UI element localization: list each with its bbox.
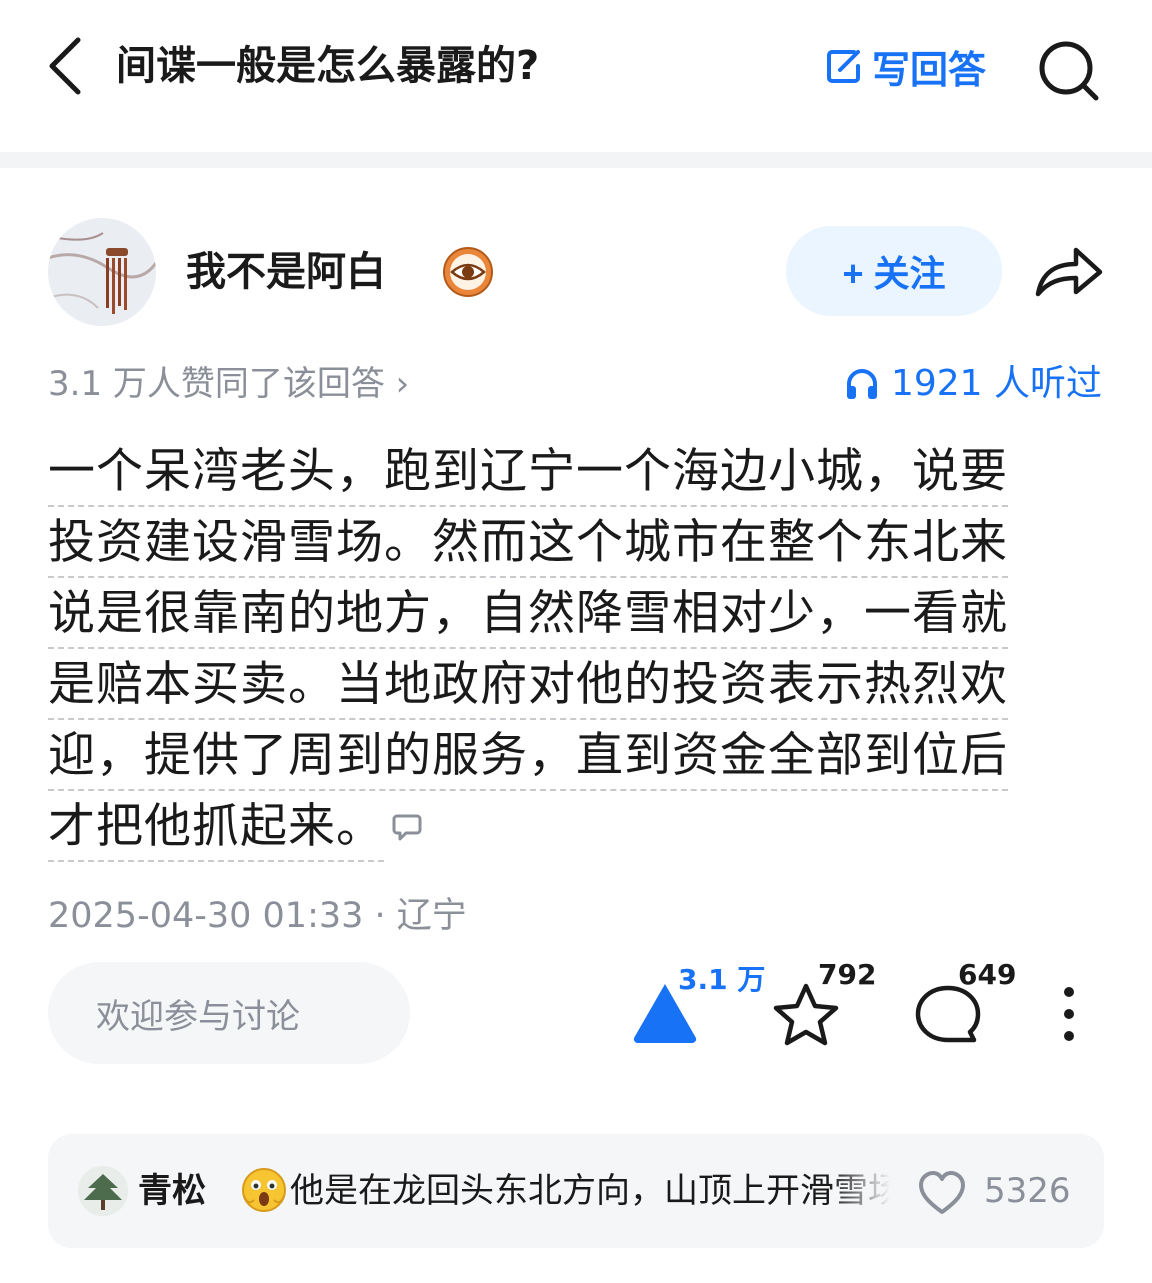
comment-icon[interactable] (914, 982, 982, 1048)
listen-count[interactable]: 1921 人听过 (845, 360, 1102, 408)
inline-comment-icon[interactable] (392, 791, 422, 862)
write-answer-button[interactable]: 写回答 (824, 40, 986, 92)
edit-icon (827, 50, 860, 83)
section-divider (0, 152, 1152, 168)
answer-body[interactable]: 一个呆湾老头，跑到辽宁一个海边小城，说要 投资建设滑雪场。然而这个城市在整个东北… (48, 436, 1088, 862)
approve-count-link[interactable]: 3.1 万人赞同了该回答 › (48, 360, 409, 408)
answer-line: 说是很靠南的地方，自然降雪相对少，一看就 (48, 578, 1008, 649)
comment-text: 他是在龙回头东北方向，山顶上开滑雪场 (290, 1171, 890, 1211)
comment-like-count: 5326 (984, 1171, 1071, 1211)
write-answer-label: 写回答 (872, 47, 987, 92)
listen-count-label: 1921 人听过 (890, 363, 1102, 404)
favorite-count: 792 (818, 958, 877, 991)
back-icon[interactable] (44, 36, 88, 96)
favorite-star-icon[interactable] (772, 982, 840, 1048)
answer-line: 投资建设滑雪场。然而这个城市在整个东北来 (48, 507, 1008, 578)
comment-count: 649 (958, 958, 1017, 991)
discussion-input[interactable]: 欢迎参与讨论 (48, 962, 410, 1064)
eye-badge-icon (442, 246, 494, 298)
publish-time-location: 2025-04-30 01:33 · 辽宁 (48, 896, 467, 936)
share-icon[interactable] (1034, 244, 1104, 300)
search-icon[interactable] (1036, 38, 1100, 102)
answer-line: 才把他抓起来。 (48, 791, 384, 862)
headphones-icon (846, 369, 877, 399)
upvote-count: 3.1 万 (678, 963, 766, 996)
answer-line: 迎，提供了周到的服务，直到资金全部到位后 (48, 720, 1008, 791)
follow-button[interactable]: + 关注 (786, 226, 1002, 316)
question-title[interactable]: 间谍一般是怎么暴露的? (116, 38, 539, 94)
more-options-icon[interactable] (1054, 986, 1084, 1042)
answer-line: 一个呆湾老头，跑到辽宁一个海边小城，说要 (48, 436, 1008, 507)
shocked-emoji-icon (240, 1166, 288, 1214)
commenter-name[interactable]: 青松 (138, 1166, 206, 1216)
commenter-avatar[interactable] (78, 1166, 128, 1216)
author-avatar[interactable] (48, 218, 156, 326)
answer-line: 是赔本买卖。当地政府对他的投资表示热烈欢 (48, 649, 1008, 720)
author-name[interactable]: 我不是阿白 (186, 242, 386, 302)
heart-icon[interactable] (918, 1170, 966, 1216)
